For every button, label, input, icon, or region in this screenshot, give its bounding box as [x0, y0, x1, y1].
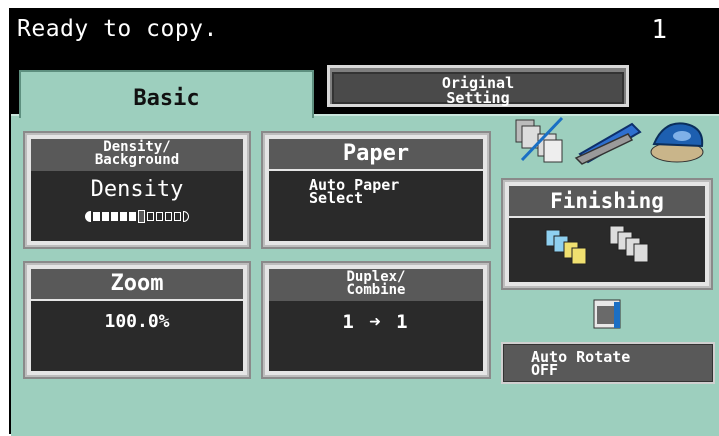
duplex-button[interactable]: Duplex/ Combine 1 ➜ 1 — [261, 261, 491, 379]
density-step — [165, 212, 172, 221]
zoom-title: Zoom — [31, 269, 243, 299]
finishing-icons — [515, 116, 704, 165]
density-step — [156, 212, 163, 221]
density-step — [129, 212, 136, 221]
sort-group-icon — [515, 116, 564, 163]
sort-offset-icon — [545, 229, 587, 265]
density-button[interactable]: Density/ Background Density — [23, 131, 251, 249]
density-title-line2: Background — [94, 152, 180, 168]
staple-icon — [574, 122, 642, 165]
paper-title: Paper — [269, 139, 483, 169]
paper-body: Auto Paper Select — [269, 171, 483, 241]
duplex-from: 1 — [342, 311, 356, 333]
finishing-settings-icons — [545, 225, 649, 265]
tab-basic[interactable]: Basic — [19, 70, 314, 118]
status-message: Ready to copy. — [17, 16, 218, 42]
tab-original-line2: Setting — [446, 89, 510, 107]
duplex-title: Duplex/ Combine — [269, 269, 483, 301]
density-level-bar — [31, 210, 243, 223]
density-body: Density — [31, 171, 243, 241]
density-step — [120, 212, 127, 221]
duplex-body: 1 ➜ 1 — [269, 301, 483, 371]
finishing-button[interactable]: Finishing — [501, 178, 713, 290]
density-value: Density — [90, 177, 184, 202]
punch-icon — [650, 122, 704, 163]
density-step — [102, 212, 109, 221]
density-dark-cap — [183, 211, 189, 222]
copier-screen: Ready to copy. 1 Basic Original Setting … — [9, 8, 719, 436]
paper-button[interactable]: Paper Auto Paper Select — [261, 131, 491, 249]
density-step — [147, 212, 154, 221]
finishing-title: Finishing — [509, 186, 705, 216]
zoom-body: 100.0% — [31, 301, 243, 371]
density-light-cap — [85, 211, 91, 222]
paper-value: Auto Paper Select — [269, 178, 483, 206]
tab-basic-label: Basic — [133, 86, 200, 111]
density-step — [174, 212, 181, 221]
status-bar: Ready to copy. 1 — [9, 8, 719, 58]
duplex-to: 1 — [396, 311, 410, 333]
zoom-button[interactable]: Zoom 100.0% — [23, 261, 251, 379]
auto-rotate-line1: Auto Rotate — [531, 348, 631, 366]
zoom-value: 100.0% — [104, 311, 170, 332]
tab-original-setting[interactable]: Original Setting — [327, 65, 629, 107]
duplex-value: 1 ➜ 1 — [269, 311, 483, 333]
finishing-body — [509, 218, 705, 282]
duplex-title-line2: Combine — [346, 282, 406, 298]
arrow-right-icon: ➜ — [369, 311, 397, 333]
auto-rotate-button[interactable]: Auto Rotate OFF — [501, 342, 715, 384]
density-step — [111, 212, 118, 221]
copy-count: 1 — [651, 15, 667, 45]
density-step — [93, 212, 100, 221]
rotate-icon — [593, 299, 621, 329]
density-title: Density/ Background — [31, 139, 243, 171]
density-marker — [138, 210, 145, 223]
group-stack-icon — [609, 225, 649, 263]
